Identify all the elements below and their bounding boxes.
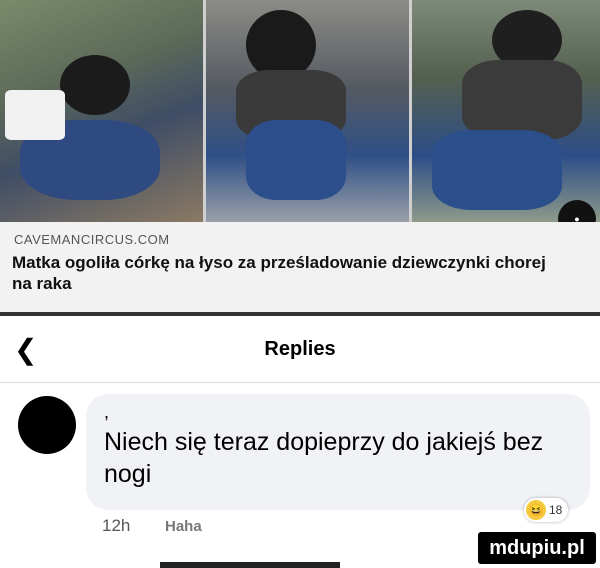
- haha-emoji-icon: 😆: [526, 500, 546, 520]
- photo-middle: [206, 0, 409, 222]
- watermark: mdupiu.pl: [478, 532, 596, 564]
- avatar[interactable]: [18, 396, 76, 454]
- page-title: Replies: [264, 338, 336, 360]
- photo-left: [0, 0, 203, 222]
- scroll-indicator: [160, 562, 340, 568]
- image-caption: Matka ogoliła córkę na łyso za prześlado…: [12, 253, 546, 293]
- divider: [0, 312, 600, 316]
- source-site: CAVEMANCIRCUS.COM: [14, 232, 170, 247]
- comment-time: 12h: [102, 516, 131, 535]
- comment-prefix: ,: [104, 402, 110, 422]
- photo-right: [412, 0, 600, 222]
- comment-text: Niech się teraz dopieprzy do jakiejś bez…: [104, 428, 544, 488]
- react-haha-button[interactable]: Haha: [165, 518, 202, 535]
- reaction-count: 18: [549, 503, 563, 517]
- photo-collage: [0, 0, 600, 222]
- reaction-summary[interactable]: 😆 18: [524, 498, 569, 522]
